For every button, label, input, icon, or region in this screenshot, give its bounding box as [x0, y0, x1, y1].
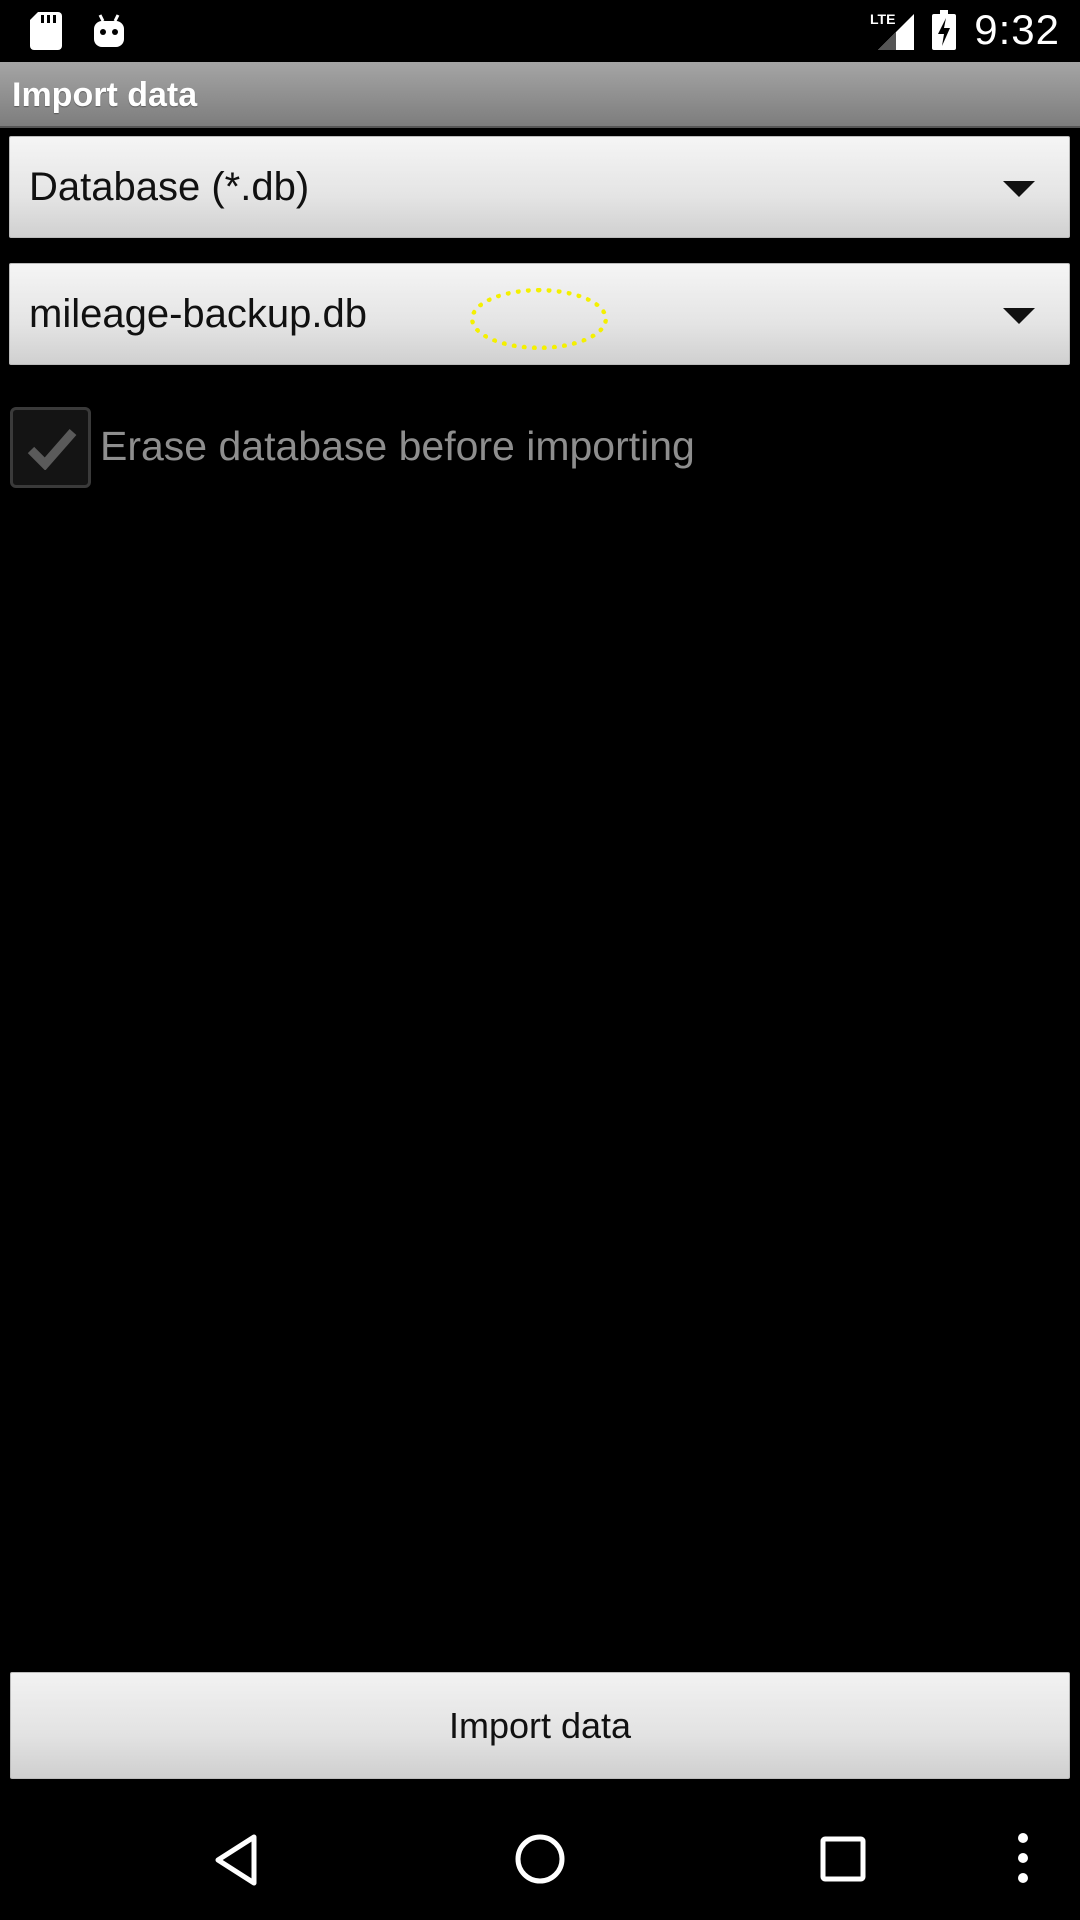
checkmark-icon: [27, 429, 77, 470]
chevron-down-icon: [1003, 308, 1035, 324]
status-clock: 9:32: [974, 6, 1060, 53]
erase-database-checkbox[interactable]: [10, 407, 91, 488]
android-debug-icon: [92, 13, 126, 49]
import-data-screen: LTE 9:32 Import data Database (*.db) mil…: [0, 0, 1080, 1920]
title-bar: Import data: [0, 62, 1080, 128]
erase-database-label: Erase database before importing: [100, 423, 695, 469]
recents-icon[interactable]: [820, 1836, 866, 1887]
import-data-button-label: Import data: [448, 1704, 632, 1746]
overflow-menu-icon[interactable]: [1016, 1832, 1030, 1889]
navigation-bar: [0, 1800, 1080, 1920]
erase-database-option[interactable]: Erase database before importing: [10, 407, 910, 489]
status-left-icons: [30, 12, 126, 50]
status-right-icons: LTE 9:32: [870, 6, 1060, 54]
battery-charging-icon: [932, 10, 957, 50]
format-spinner[interactable]: Database (*.db): [9, 136, 1070, 238]
page-title: Import data: [12, 76, 198, 114]
back-icon[interactable]: [212, 1833, 260, 1892]
format-spinner-value: Database (*.db): [29, 165, 310, 209]
chevron-down-icon: [1003, 181, 1035, 197]
import-data-button[interactable]: Import data: [10, 1672, 1070, 1779]
signal-icon: LTE: [870, 10, 915, 50]
touch-indicator: [470, 288, 608, 350]
file-spinner-value: mileage-backup.db: [29, 292, 367, 336]
sd-card-icon: [30, 12, 62, 50]
home-icon[interactable]: [514, 1833, 566, 1890]
network-type-label: LTE: [870, 11, 895, 27]
status-bar: LTE 9:32: [0, 0, 1080, 62]
